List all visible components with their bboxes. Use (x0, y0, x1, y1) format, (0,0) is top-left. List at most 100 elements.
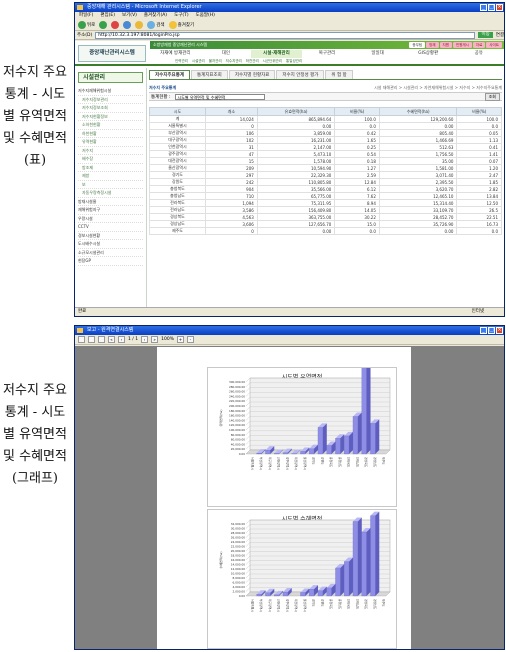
tab-reservoir-status[interactable]: 저수지별 현황자료 (228, 70, 276, 79)
column-header: 개소 (204, 107, 258, 116)
table-cell: 129,200.60 (378, 115, 458, 123)
stat-type-select[interactable]: 시도별 유역면적 및 수혜면적 (174, 93, 265, 100)
sidebar-item[interactable]: 우량시설 (78, 215, 143, 223)
menu-help[interactable]: 도움말(H) (196, 12, 215, 19)
sidebar-item[interactable]: 저수지 (78, 147, 143, 155)
sidebar-item[interactable]: 하천현황 (78, 130, 143, 138)
save-icon[interactable] (88, 336, 95, 343)
next-page-icon[interactable]: › (141, 336, 149, 343)
last-page-icon[interactable]: » (151, 336, 159, 343)
forward-button[interactable] (99, 20, 108, 29)
util-tab[interactable]: 자료 (472, 42, 486, 48)
util-tab[interactable]: 지원 (439, 42, 452, 48)
sub-nav-item[interactable]: 통일성관리 (286, 58, 302, 65)
sub-nav-item[interactable]: 저수지관리 (226, 58, 242, 65)
bar-side (349, 557, 354, 596)
app-logo[interactable]: 중앙재난관리시스템 (78, 45, 146, 62)
menu-tools[interactable]: 도구(T) (174, 12, 189, 19)
sidebar-item[interactable]: CCTV (78, 223, 143, 232)
row-region: 계 (149, 115, 206, 123)
sidebar-item[interactable]: 도시배수시설 (78, 240, 143, 249)
y-tick-label: 300,000.00 (229, 380, 245, 384)
sub-nav-item[interactable]: 시설관리 (192, 58, 205, 65)
sidebar-item[interactable]: 저수지정보관리 (78, 96, 143, 104)
search-button[interactable]: 검색 (147, 20, 165, 29)
close-button[interactable]: × (496, 4, 503, 11)
sidebar-item[interactable]: 현장GP (78, 257, 143, 266)
search-button[interactable]: 조회 (484, 92, 500, 101)
sub-nav-item[interactable]: 하천관리 (246, 58, 259, 65)
menu-view[interactable]: 보기(V) (122, 12, 137, 19)
links-label[interactable]: 연결 (496, 32, 504, 38)
zoom-select[interactable]: 100% (161, 337, 174, 342)
tab-reservoir-stats[interactable]: 저수지주요통계 (149, 70, 190, 79)
sub-nav-item[interactable]: 인력관리 (175, 58, 188, 65)
first-page-icon[interactable]: « (108, 336, 115, 343)
close-button[interactable]: × (496, 327, 503, 334)
sidebar-item[interactable]: 제방 (78, 172, 143, 181)
stop-button[interactable] (111, 20, 120, 29)
maximize-button[interactable]: □ (488, 4, 495, 11)
export-icon[interactable] (98, 336, 105, 343)
sub-nav-item[interactable]: 시군단위관리 (263, 58, 282, 65)
table-cell: 1,094 (204, 199, 258, 207)
menu-file[interactable]: 파일(F) (79, 12, 93, 19)
browser-window: 중앙재해 관리시스템 - Microsoft Internet Explorer… (74, 2, 505, 317)
go-button[interactable]: 이동 (478, 32, 493, 38)
sidebar-item[interactable]: 방재시설물 (78, 198, 143, 206)
address-input[interactable]: http://10.32.3.197:8081/loginPro.jsp (95, 31, 476, 39)
util-tab[interactable]: 방재 (426, 42, 439, 48)
sub-nav-item[interactable]: 물자관리 (209, 58, 222, 65)
minimize-button[interactable]: _ (480, 4, 487, 11)
main-nav-item[interactable]: 공유 (453, 50, 504, 58)
grid-line (245, 587, 251, 592)
sidebar-item[interactable]: 저수지정보조회 (78, 104, 143, 113)
y-tick-label: 8,000.00 (233, 576, 246, 580)
main-nav-item[interactable]: GIS상황판 (403, 50, 454, 58)
main-nav-item-active[interactable]: 시설·재해관리 (251, 50, 302, 58)
menu-favorites[interactable]: 즐겨찾기(A) (144, 12, 167, 19)
y-tick-label: 20,000.00 (231, 447, 245, 451)
util-tab[interactable]: 사이트 (486, 42, 502, 48)
home-button[interactable] (135, 20, 144, 29)
back-button[interactable]: 뒤로 (78, 20, 95, 29)
print-icon[interactable] (78, 336, 85, 343)
menu-edit[interactable]: 편집(E) (100, 12, 115, 19)
sidebar-item[interactable]: 저수지현황정보 (78, 113, 143, 121)
tab-risk[interactable]: 위 험 항 (325, 70, 353, 79)
sidebar-item[interactable]: 배수장 (78, 155, 143, 164)
row-region: 울산광역시 (149, 164, 206, 172)
main-nav-item[interactable]: 복구관리 (302, 50, 353, 58)
zoom-in-icon[interactable]: + (176, 336, 184, 343)
search-icon (147, 20, 156, 29)
refresh-button[interactable] (123, 20, 132, 29)
minimize-button[interactable]: _ (480, 327, 487, 334)
main-nav-item[interactable]: 일일대 (352, 50, 403, 58)
sidebar-item[interactable]: 저수지재해위험시설 (78, 87, 143, 96)
main-nav-item[interactable]: 자재예 방재관리 (150, 50, 201, 58)
browser-title-bar[interactable]: 중앙재해 관리시스템 - Microsoft Internet Explorer… (75, 3, 504, 12)
main-nav-item[interactable]: 대인 (201, 50, 252, 58)
tab-stat-index[interactable]: 통계지표조회 (190, 70, 228, 79)
util-tab[interactable]: 종무팀 (409, 42, 426, 48)
util-tab[interactable]: 민원게시 (452, 42, 472, 48)
tab-safety-eval[interactable]: 저수지 안정성 평가 (276, 70, 325, 79)
sidebar-item[interactable]: 재해위험지구 (78, 206, 143, 215)
chart-panel-benefit: 시도별 수혜면적 0.00 2,000.00 4,000.00 6,000.00 8,0… (207, 509, 397, 649)
sidebar-item[interactable]: 소규모시설관리 (78, 249, 143, 257)
grid-line (245, 435, 251, 440)
report-title-bar[interactable]: 보고 - 원격연결시스템 _ □ × (75, 326, 504, 335)
sidebar-item[interactable]: 자동우량측정시설 (78, 189, 143, 198)
sidebar-item[interactable]: 경보시설현황 (78, 232, 143, 240)
favorites-button[interactable]: 즐겨찾기 (168, 20, 194, 29)
sidebar-item[interactable]: 보 (78, 181, 143, 189)
zoom-out-icon[interactable]: - (186, 336, 194, 343)
sidebar-item[interactable]: 유역현황 (78, 138, 143, 147)
sidebar-item[interactable]: 소하천현황 (78, 121, 143, 130)
maximize-button[interactable]: □ (488, 327, 495, 334)
prev-page-icon[interactable]: ‹ (118, 336, 125, 343)
sidebar-item[interactable]: 방조제 (78, 164, 143, 172)
table-cell: 1.65 (334, 136, 380, 144)
grid-line (245, 421, 251, 426)
y-tick-label: 24,000.00 (231, 540, 245, 544)
